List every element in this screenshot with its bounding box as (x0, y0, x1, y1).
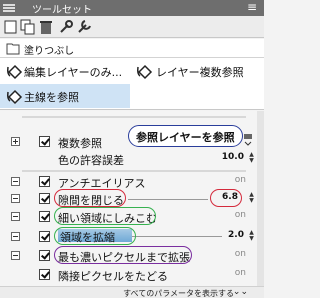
darkest-checkbox[interactable] (39, 250, 50, 261)
copy-subtool-icon[interactable] (20, 19, 36, 35)
multi-reference-checkbox[interactable] (39, 136, 50, 147)
palette-title: ツールセット (32, 5, 92, 16)
collapse-toggle[interactable] (11, 194, 20, 203)
subtool-reference-lines[interactable]: 主線を参照 (0, 84, 130, 108)
bucket-icon (7, 64, 23, 80)
expand-footer-icon[interactable]: ⌄⌄ (233, 287, 248, 297)
drag-grip-icon[interactable] (3, 4, 15, 12)
trash-icon[interactable] (38, 19, 54, 35)
expand-checkbox[interactable] (39, 231, 50, 242)
highlight-ring (54, 246, 192, 264)
state-indicator: on (234, 268, 246, 278)
expand-toggle[interactable] (11, 137, 20, 146)
subtool-label: 編集レイヤーのみ... (24, 66, 123, 79)
bucket-icon (7, 89, 23, 105)
spinner-icon[interactable]: ▲ ▼ (247, 192, 256, 204)
collapse-toggle[interactable] (11, 251, 20, 260)
subtool-label: 主線を参照 (24, 91, 79, 104)
new-subtool-icon[interactable] (3, 19, 19, 35)
property-antialias[interactable]: アンチエイリアス on (0, 173, 264, 190)
spinner-icon[interactable]: ▲ ▼ (247, 152, 256, 164)
property-label: 複数参照 (58, 137, 102, 150)
fill-small-checkbox[interactable] (39, 211, 50, 222)
collapse-toggle[interactable] (11, 232, 20, 241)
wrench-icon[interactable] (76, 19, 92, 35)
highlight-ring (54, 189, 126, 207)
state-indicator: on (234, 210, 246, 220)
collapse-toggle[interactable] (11, 177, 20, 186)
slider-track[interactable] (132, 236, 222, 237)
current-tool[interactable]: 塗りつぶし (0, 39, 264, 58)
state-indicator: on (234, 249, 246, 259)
tolerance-value[interactable]: 10.0 (222, 152, 244, 162)
current-tool-label: 塗りつぶし (24, 46, 75, 57)
tool-settings-icon[interactable] (58, 19, 74, 35)
adjacent-checkbox[interactable] (39, 269, 50, 280)
subtool-label: レイヤー複数参照 (156, 66, 244, 79)
bucket-icon (137, 64, 153, 80)
palette-toolbar (0, 16, 264, 38)
property-adjacent-pixels[interactable]: 隣接ピクセルをたどる on (0, 266, 264, 283)
reference-target-icon[interactable] (243, 132, 253, 146)
show-all-params-link[interactable]: すべてのパラメータを表示する (123, 288, 234, 298)
property-label: 隣接ピクセルをたどる (58, 270, 168, 283)
antialias-checkbox[interactable] (39, 176, 50, 187)
divider (22, 116, 246, 118)
collapse-toggle[interactable] (11, 212, 20, 221)
subtool-multi-layer[interactable]: レイヤー複数参照 (132, 59, 264, 83)
reference-callout: 参照レイヤーを参照 (128, 125, 243, 147)
palette-footer: すべてのパラメータを表示する ⌄⌄ (0, 286, 264, 298)
folder-icon (6, 43, 20, 55)
highlight-ring (210, 189, 242, 207)
subtool-list: 編集レイヤーのみ... レイヤー複数参照 主線を参照 (0, 58, 264, 110)
close-gap-checkbox[interactable] (39, 193, 50, 204)
palette-titlebar[interactable]: ツールセット ≡ (0, 0, 264, 16)
spinner-icon[interactable]: ▲ ▼ (247, 230, 256, 242)
property-label: 色の許容誤差 (58, 154, 124, 167)
expand-value[interactable]: 2.0 (228, 230, 244, 240)
highlight-ring (54, 207, 156, 225)
highlight-ring (54, 227, 136, 245)
divider (22, 170, 246, 172)
property-color-tolerance[interactable]: 色の許容誤差 10.0 ▲ ▼ (0, 150, 264, 168)
subtool-edit-layer-only[interactable]: 編集レイヤーのみ... (0, 59, 130, 83)
slider-track[interactable] (128, 199, 208, 200)
state-indicator: on (234, 175, 246, 185)
palette-menu-button[interactable]: ≡ (244, 1, 260, 14)
